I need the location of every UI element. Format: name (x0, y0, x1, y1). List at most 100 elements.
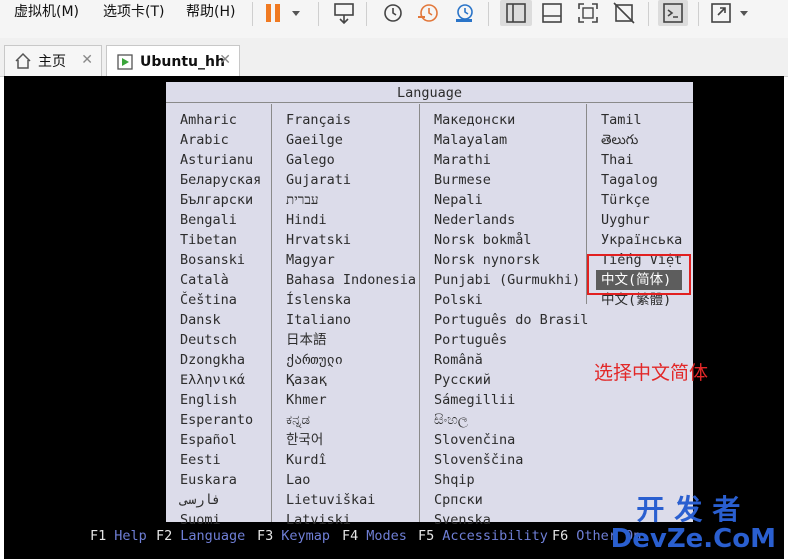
language-item[interactable]: Malayalam (434, 130, 588, 150)
language-item[interactable]: Esperanto (180, 410, 261, 430)
language-item[interactable]: Українська (601, 230, 682, 250)
language-item[interactable]: Deutsch (180, 330, 261, 350)
function-key-label: Keymap (281, 528, 331, 544)
language-item[interactable]: Burmese (434, 170, 588, 190)
sidebar-view-button[interactable] (500, 0, 532, 26)
function-key-f5[interactable]: F5 Accessibility (418, 526, 548, 546)
send-ctrl-alt-del-button[interactable] (330, 0, 358, 26)
function-key-code: F4 (342, 528, 359, 544)
language-item[interactable]: Español (180, 430, 261, 450)
snapshot-button[interactable] (378, 0, 406, 26)
language-item[interactable]: Slovenščina (434, 450, 588, 470)
language-item[interactable]: Dzongkha (180, 350, 261, 370)
language-item[interactable]: English (180, 390, 261, 410)
menu-help[interactable]: 帮助(H) (186, 2, 235, 22)
language-item[interactable]: Hrvatski (286, 230, 416, 250)
language-item[interactable]: Ελληνικά (180, 370, 261, 390)
language-item[interactable]: ಕನ್ನಡ (286, 410, 416, 430)
language-item[interactable]: Magyar (286, 250, 416, 270)
language-item[interactable]: Tamil (601, 110, 682, 130)
language-item[interactable]: Bahasa Indonesia (286, 270, 416, 290)
language-item[interactable]: Kurdî (286, 450, 416, 470)
language-item[interactable]: Français (286, 110, 416, 130)
language-item[interactable]: Tagalog (601, 170, 682, 190)
function-key-f1[interactable]: F1 Help (90, 526, 147, 546)
language-item[interactable]: Português do Brasil (434, 310, 588, 330)
language-item[interactable]: 日本語 (286, 330, 416, 350)
language-item[interactable]: Sámegillii (434, 390, 588, 410)
language-item[interactable]: Norsk bokmål (434, 230, 588, 250)
language-item[interactable]: Македонски (434, 110, 588, 130)
language-item[interactable]: Türkçe (601, 190, 682, 210)
language-item[interactable]: සිංහල (434, 410, 588, 430)
language-item[interactable]: Arabic (180, 130, 261, 150)
tab-home[interactable]: 主页 ✕ (4, 45, 102, 76)
snapshot-clock-icon (384, 4, 402, 22)
function-key-f2[interactable]: F2 Language (156, 526, 245, 546)
language-item[interactable]: 한국어 (286, 430, 416, 450)
language-item[interactable]: Lao (286, 470, 416, 490)
fullscreen-button[interactable] (574, 0, 602, 26)
thumbnail-view-button[interactable] (538, 0, 566, 26)
language-column-2: Français Gaeilge Galego Gujarati עברית Hindi H… (286, 110, 416, 530)
vm-console-screen[interactable]: Language Amharic Arabic Asturianu Беларуска… (4, 76, 784, 559)
snapshot-manager-button[interactable] (450, 0, 478, 26)
language-item[interactable]: Marathi (434, 150, 588, 170)
pause-button[interactable] (262, 0, 310, 26)
stretch-view-button[interactable] (708, 0, 756, 26)
language-item[interactable]: Русский (434, 370, 588, 390)
function-key-f3[interactable]: F3 Keymap (257, 526, 330, 546)
language-item[interactable]: Punjabi (Gurmukhi) (434, 270, 588, 290)
language-item[interactable]: Bengali (180, 210, 261, 230)
language-item[interactable]: Euskara (180, 470, 261, 490)
language-item[interactable]: Asturianu (180, 150, 261, 170)
language-item[interactable]: Amharic (180, 110, 261, 130)
language-item[interactable]: Gujarati (286, 170, 416, 190)
console-view-button[interactable] (658, 0, 688, 26)
language-item[interactable]: Nepali (434, 190, 588, 210)
stretch-expand-icon (711, 3, 748, 23)
language-item[interactable]: Dansk (180, 310, 261, 330)
toolbar-separator (648, 2, 649, 26)
language-item[interactable]: తెలుగు (601, 130, 682, 150)
language-item[interactable]: Беларуская (180, 170, 261, 190)
language-item[interactable]: Български (180, 190, 261, 210)
language-item[interactable]: Bosanski (180, 250, 261, 270)
language-item[interactable]: Italiano (286, 310, 416, 330)
language-item[interactable]: Català (180, 270, 261, 290)
language-item[interactable]: فارسی (180, 490, 261, 510)
language-item[interactable]: Nederlands (434, 210, 588, 230)
language-item[interactable]: Íslenska (286, 290, 416, 310)
language-item[interactable]: Română (434, 350, 588, 370)
language-item[interactable]: ქართული (286, 350, 416, 370)
language-item[interactable]: Uyghur (601, 210, 682, 230)
language-item[interactable]: Galego (286, 150, 416, 170)
tab-ubuntu-hh[interactable]: Ubuntu_hh ✕ (106, 45, 240, 77)
language-item[interactable]: עברית (286, 190, 416, 210)
language-item[interactable]: Polski (434, 290, 588, 310)
toolbar-separator (252, 2, 253, 26)
menu-tabs[interactable]: 选项卡(T) (103, 2, 164, 22)
highlight-box (587, 254, 691, 295)
language-item[interactable]: Қазақ (286, 370, 416, 390)
language-item[interactable]: Čeština (180, 290, 261, 310)
language-item[interactable]: Tibetan (180, 230, 261, 250)
language-item[interactable]: Српски (434, 490, 588, 510)
unity-mode-button[interactable] (610, 0, 638, 26)
language-item[interactable]: Português (434, 330, 588, 350)
language-item[interactable]: Slovenčina (434, 430, 588, 450)
language-item[interactable]: Eesti (180, 450, 261, 470)
language-item[interactable]: Shqip (434, 470, 588, 490)
language-item[interactable]: Lietuviškai (286, 490, 416, 510)
close-icon[interactable]: ✕ (81, 52, 93, 68)
menu-vm[interactable]: 虚拟机(M) (14, 2, 79, 22)
function-key-code: F1 (90, 528, 107, 544)
language-item[interactable]: Khmer (286, 390, 416, 410)
language-item[interactable]: Hindi (286, 210, 416, 230)
language-item[interactable]: Gaeilge (286, 130, 416, 150)
language-item[interactable]: Norsk nynorsk (434, 250, 588, 270)
close-icon[interactable]: ✕ (219, 52, 231, 68)
revert-snapshot-button[interactable] (414, 0, 442, 26)
language-item[interactable]: Thai (601, 150, 682, 170)
function-key-f4[interactable]: F4 Modes (342, 526, 407, 546)
